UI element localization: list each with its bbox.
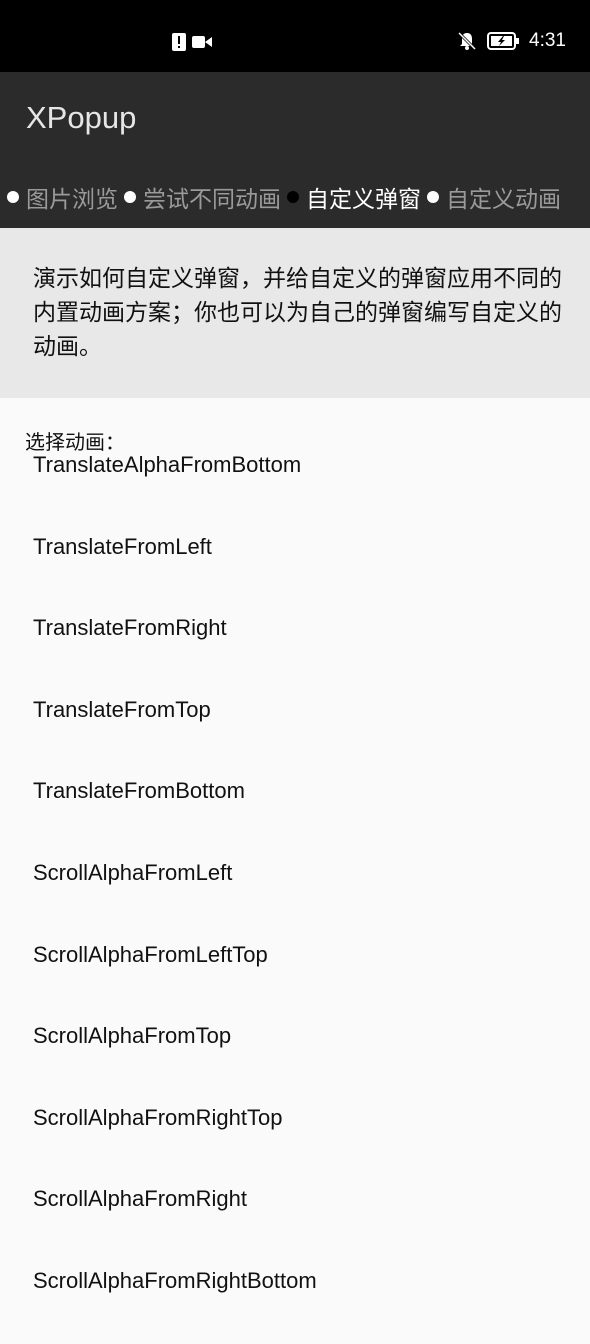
status-time: 4:31 bbox=[529, 30, 566, 51]
tab-2[interactable]: 自定义弹窗 bbox=[287, 180, 421, 214]
status-bar: 4:31 bbox=[0, 0, 590, 72]
tab-indicator-dot-icon bbox=[287, 191, 299, 203]
content-area: 选择动画： TranslateAlphaFromBottom TranslateF… bbox=[0, 398, 590, 1293]
animation-option[interactable]: TranslateFromBottom bbox=[0, 772, 590, 854]
animation-option[interactable]: ScrollAlphaFromLeftTop bbox=[0, 936, 590, 1018]
app-title: XPopup bbox=[26, 100, 137, 135]
status-right-group: 4:31 bbox=[457, 30, 566, 52]
tab-indicator-dot-icon bbox=[7, 191, 19, 203]
tab-0[interactable]: 图片浏览 bbox=[7, 180, 118, 214]
animation-option[interactable]: TranslateFromLeft bbox=[0, 528, 590, 610]
animation-option[interactable]: TranslateAlphaFromBottom bbox=[0, 446, 590, 528]
status-notification-icons bbox=[172, 33, 212, 51]
tab-3[interactable]: 自定义动画 bbox=[427, 180, 561, 214]
tab-1[interactable]: 尝试不同动画 bbox=[124, 180, 281, 214]
tab-label: 尝试不同动画 bbox=[143, 187, 281, 213]
animation-option[interactable]: TranslateFromTop bbox=[0, 691, 590, 773]
video-icon bbox=[192, 36, 212, 48]
animation-list: TranslateAlphaFromBottom TranslateFromLef… bbox=[0, 446, 590, 1344]
app-bar: XPopup bbox=[0, 72, 590, 166]
alert-icon bbox=[172, 33, 186, 51]
description-panel: 演示如何自定义弹窗，并给自定义的弹窗应用不同的内置动画方案；你也可以为自己的弹窗… bbox=[0, 228, 590, 398]
tab-indicator-dot-icon bbox=[427, 191, 439, 203]
tab-bar: 图片浏览 尝试不同动画 自定义弹窗 自定义动画 bbox=[0, 166, 590, 228]
tab-label: 图片浏览 bbox=[26, 187, 118, 213]
tab-list: 图片浏览 尝试不同动画 自定义弹窗 自定义动画 bbox=[7, 180, 567, 214]
tab-label: 自定义动画 bbox=[446, 187, 561, 213]
tab-label: 自定义弹窗 bbox=[306, 187, 421, 213]
animation-option[interactable]: ScrollAlphaFromTop bbox=[0, 1017, 590, 1099]
animation-option[interactable]: ScrollAlphaFromRightBottom bbox=[0, 1262, 590, 1344]
description-text: 演示如何自定义弹窗，并给自定义的弹窗应用不同的内置动画方案；你也可以为自己的弹窗… bbox=[33, 266, 562, 360]
battery-charging-icon bbox=[487, 32, 520, 50]
animation-option[interactable]: TranslateFromRight bbox=[0, 609, 590, 691]
animation-option[interactable]: ScrollAlphaFromRight bbox=[0, 1180, 590, 1262]
animation-option[interactable]: ScrollAlphaFromRightTop bbox=[0, 1099, 590, 1181]
animation-option[interactable]: ScrollAlphaFromLeft bbox=[0, 854, 590, 936]
tab-indicator-dot-icon bbox=[124, 191, 136, 203]
bell-off-icon bbox=[457, 31, 477, 51]
